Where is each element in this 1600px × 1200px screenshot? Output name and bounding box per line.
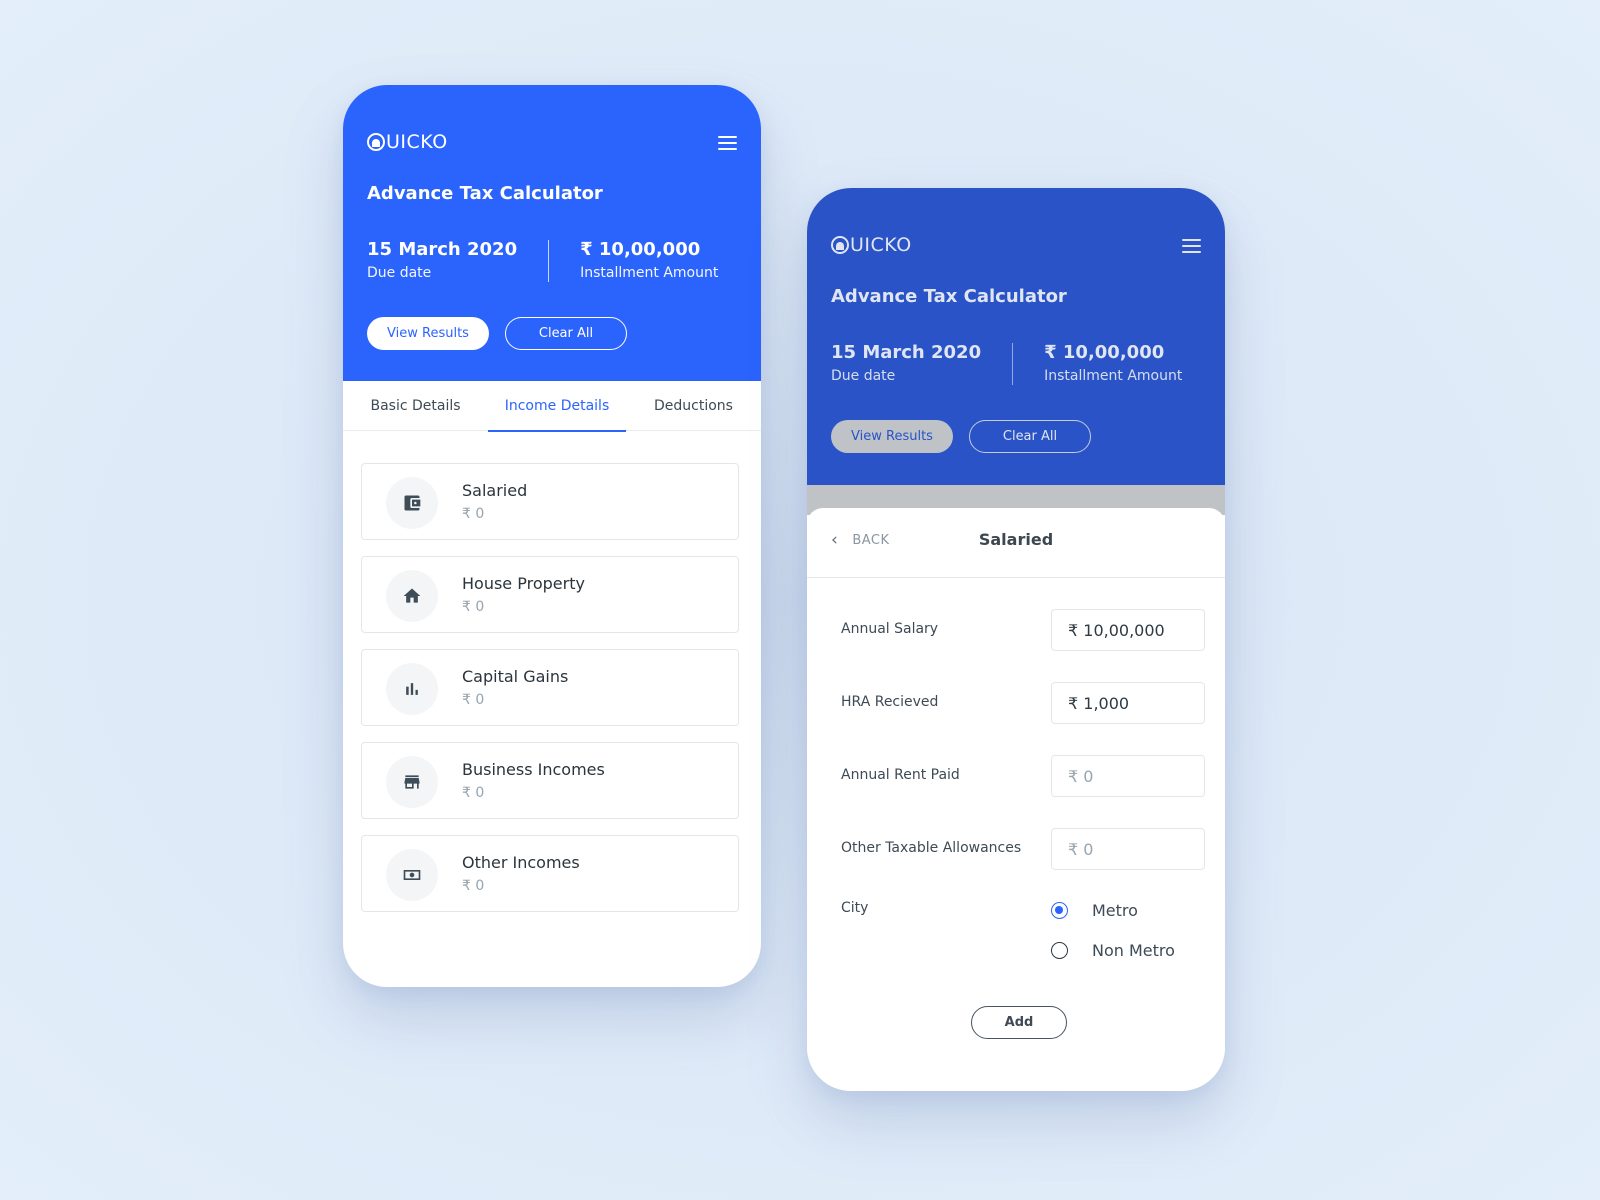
header-actions: View Results Clear All — [367, 317, 627, 350]
installment-block: ₹ 10,00,000 Installment Amount — [580, 238, 718, 284]
radio-label: Metro — [1092, 901, 1138, 920]
item-amount: ₹ 0 — [462, 506, 485, 522]
summary: 15 March 2020 Due date ₹ 10,00,000 Insta… — [367, 238, 718, 284]
field-other-taxable-allowances: Other Taxable Allowances ₹ 0 — [841, 828, 1205, 870]
radio-checked-icon[interactable] — [1051, 902, 1068, 919]
logo-text: UICKO — [386, 131, 448, 153]
income-item-house-property[interactable]: House Property ₹ 0 — [361, 556, 739, 633]
item-amount: ₹ 0 — [462, 878, 485, 894]
field-label: City — [841, 900, 869, 916]
quicko-logo: UICKO — [831, 234, 912, 256]
field-label: Annual Rent Paid — [841, 767, 960, 783]
income-item-business-incomes[interactable]: Business Incomes ₹ 0 — [361, 742, 739, 819]
tab-bar: Basic Details Income Details Deductions — [343, 381, 761, 432]
tab-basic-details[interactable]: Basic Details — [343, 381, 488, 431]
radio-label: Non Metro — [1092, 941, 1175, 960]
page-title: Advance Tax Calculator — [831, 286, 1067, 307]
income-list: Salaried ₹ 0 House Property ₹ 0 Capital … — [361, 463, 739, 928]
summary: 15 March 2020 Due date ₹ 10,00,000 Insta… — [831, 341, 1182, 387]
field-label: Other Taxable Allowances — [841, 840, 1022, 856]
radio-unchecked-icon[interactable] — [1051, 942, 1068, 959]
due-date-value: 15 March 2020 — [367, 239, 518, 260]
item-amount: ₹ 0 — [462, 692, 485, 708]
installment-label: Installment Amount — [1044, 368, 1183, 384]
due-date-label: Due date — [367, 265, 432, 281]
due-date-label: Due date — [831, 368, 896, 384]
radio-non-metro[interactable]: Non Metro — [1051, 941, 1175, 960]
item-title: Business Incomes — [462, 760, 605, 779]
other-taxable-allowances-input[interactable]: ₹ 0 — [1051, 828, 1205, 870]
item-title: Salaried — [462, 481, 528, 500]
annual-rent-paid-input[interactable]: ₹ 0 — [1051, 755, 1205, 797]
installment-block: ₹ 10,00,000 Installment Amount — [1044, 341, 1182, 387]
field-annual-salary: Annual Salary ₹ 10,00,000 — [841, 609, 1205, 651]
due-date-block: 15 March 2020 Due date — [831, 341, 981, 387]
hamburger-menu-icon[interactable] — [718, 136, 737, 150]
item-amount: ₹ 0 — [462, 599, 485, 615]
quicko-logo: UICKO — [367, 131, 448, 153]
sheet-header: ‹ BACK Salaried — [807, 508, 1225, 578]
item-title: House Property — [462, 574, 585, 593]
view-results-button[interactable]: View Results — [367, 317, 489, 350]
annual-salary-input[interactable]: ₹ 10,00,000 — [1051, 609, 1205, 651]
due-date-block: 15 March 2020 Due date — [367, 238, 517, 284]
hra-received-input[interactable]: ₹ 1,000 — [1051, 682, 1205, 724]
home-icon — [386, 570, 438, 622]
due-date-value: 15 March 2020 — [831, 342, 982, 363]
bar-chart-icon — [386, 663, 438, 715]
divider — [1012, 343, 1014, 385]
field-label: Annual Salary — [841, 621, 939, 637]
item-title: Other Incomes — [462, 853, 580, 872]
tab-deductions[interactable]: Deductions — [626, 381, 761, 431]
item-amount: ₹ 0 — [462, 785, 485, 801]
view-results-button[interactable]: View Results — [831, 420, 953, 453]
field-label: HRA Recieved — [841, 694, 939, 710]
field-city: City — [841, 896, 1205, 938]
salaried-detail-screen: UICKO Advance Tax Calculator 15 March 20… — [807, 188, 1225, 1091]
installment-value: ₹ 10,00,000 — [580, 239, 701, 260]
cash-icon — [386, 849, 438, 901]
divider — [548, 240, 550, 282]
installment-value: ₹ 10,00,000 — [1044, 342, 1165, 363]
header-actions: View Results Clear All — [831, 420, 1091, 453]
sheet-title: Salaried — [978, 530, 1054, 549]
income-details-screen: UICKO Advance Tax Calculator 15 March 20… — [343, 85, 761, 987]
header: UICKO Advance Tax Calculator 15 March 20… — [343, 85, 761, 381]
add-button[interactable]: Add — [971, 1006, 1067, 1039]
installment-label: Installment Amount — [580, 265, 719, 281]
logo-q-icon — [367, 133, 385, 151]
income-item-capital-gains[interactable]: Capital Gains ₹ 0 — [361, 649, 739, 726]
field-hra-received: HRA Recieved ₹ 1,000 — [841, 682, 1205, 724]
logo-q-icon — [831, 236, 849, 254]
hamburger-menu-icon[interactable] — [1182, 239, 1201, 253]
logo-text: UICKO — [850, 234, 912, 256]
income-item-salaried[interactable]: Salaried ₹ 0 — [361, 463, 739, 540]
radio-metro[interactable]: Metro — [1051, 901, 1138, 920]
field-annual-rent-paid: Annual Rent Paid ₹ 0 — [841, 755, 1205, 797]
salaried-sheet: ‹ BACK Salaried Annual Salary ₹ 10,00,00… — [807, 508, 1225, 1091]
clear-all-button[interactable]: Clear All — [969, 420, 1091, 453]
clear-all-button[interactable]: Clear All — [505, 317, 627, 350]
tab-income-details[interactable]: Income Details — [488, 381, 626, 432]
store-icon — [386, 756, 438, 808]
income-item-other-incomes[interactable]: Other Incomes ₹ 0 — [361, 835, 739, 912]
header-dimmed: UICKO Advance Tax Calculator 15 March 20… — [807, 188, 1225, 485]
item-title: Capital Gains — [462, 667, 569, 686]
wallet-icon — [386, 477, 438, 529]
page-title: Advance Tax Calculator — [367, 183, 603, 204]
